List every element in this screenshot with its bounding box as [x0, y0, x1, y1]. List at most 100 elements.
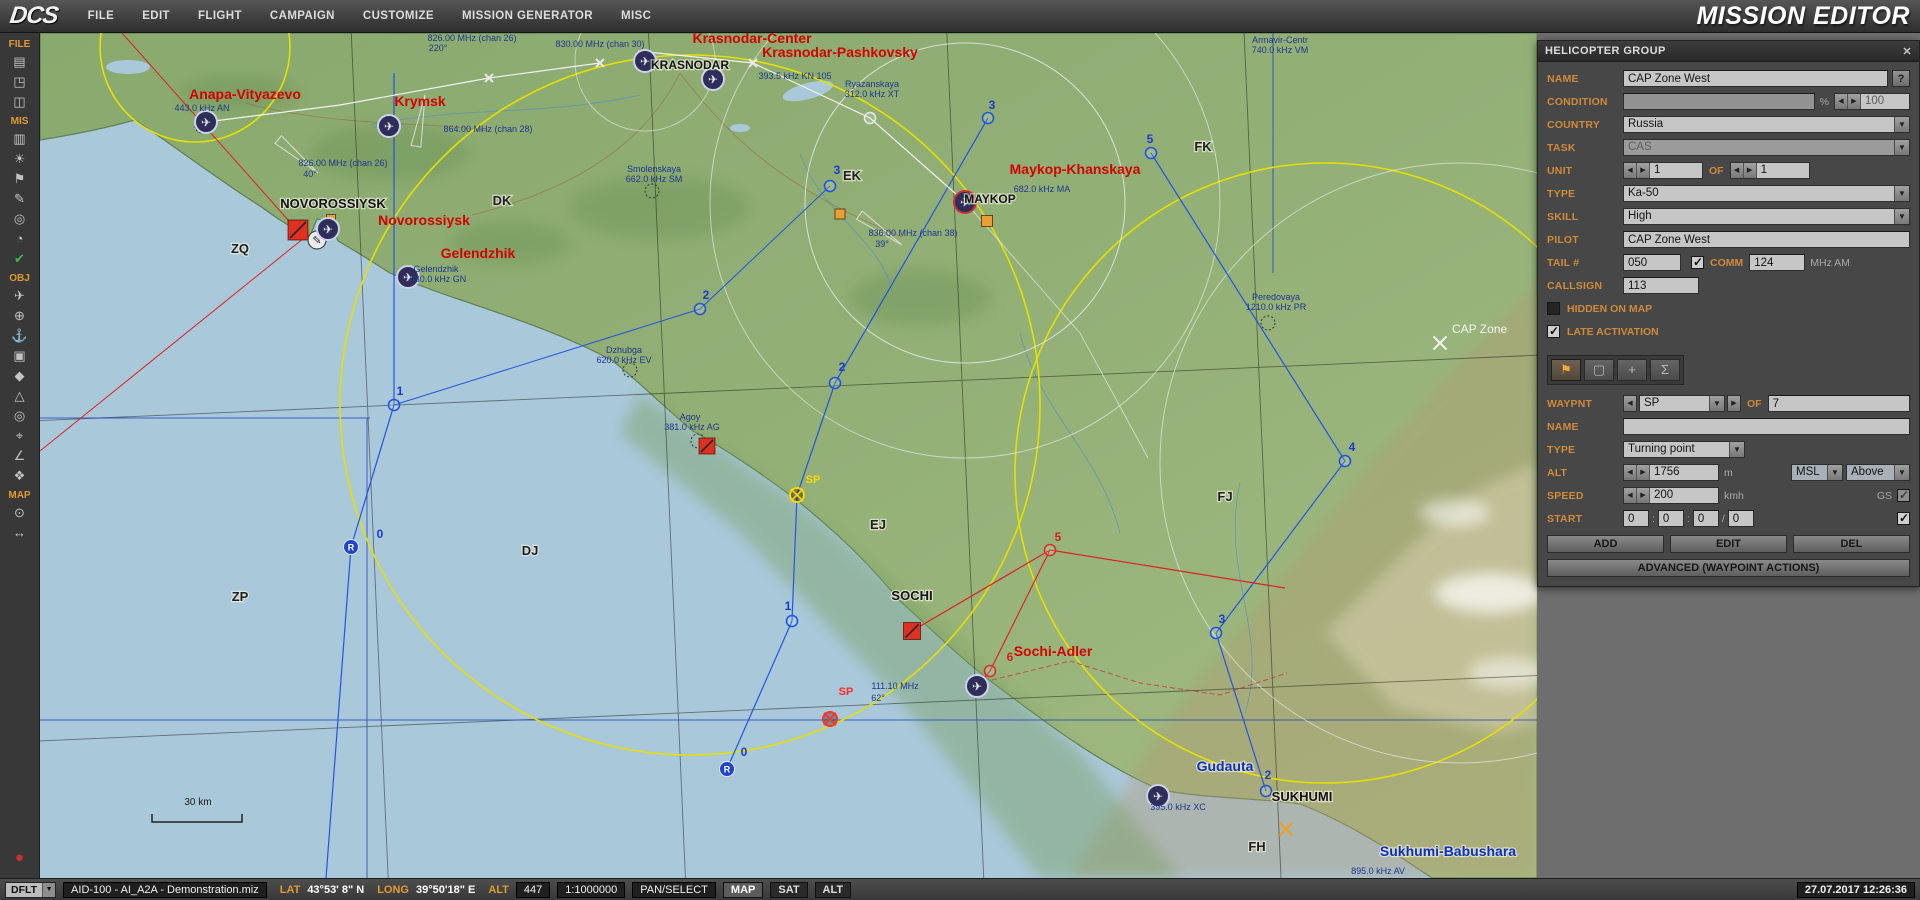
ship-group-icon[interactable]: ⚓	[7, 326, 33, 346]
draw-shapes-icon[interactable]: ❖	[7, 466, 33, 486]
save-mission-icon[interactable]: ◫	[7, 92, 33, 112]
chevron-down-icon[interactable]: ▼	[1827, 465, 1842, 480]
hidden-on-map-checkbox[interactable]	[1547, 302, 1560, 315]
summary-tab[interactable]: Σ	[1650, 359, 1680, 381]
comm-frequency-input[interactable]	[1749, 254, 1805, 271]
briefing-icon[interactable]: ✎	[7, 189, 33, 209]
spin-left-icon[interactable]: ◀	[1624, 465, 1637, 480]
payload-tab[interactable]: ▢	[1584, 359, 1614, 381]
ground-unit-marker[interactable]	[835, 209, 845, 219]
template-icon[interactable]: △	[7, 386, 33, 406]
chevron-down-icon[interactable]: ▼	[1894, 186, 1909, 201]
waypoint-name-input[interactable]	[1623, 418, 1910, 435]
menu-mission-generator[interactable]: MISSION GENERATOR	[462, 10, 593, 22]
weather-icon[interactable]: ☀	[7, 149, 33, 169]
waypoint-prev-icon[interactable]: ◀	[1623, 395, 1637, 412]
mission-options-icon[interactable]: ▥	[7, 129, 33, 149]
chevron-down-icon[interactable]: ▼	[1894, 209, 1909, 224]
aircraft-tab[interactable]: +	[1617, 359, 1647, 381]
triggers-icon[interactable]: ⚑	[7, 169, 33, 189]
goals-icon[interactable]: ◎	[7, 209, 33, 229]
spin-right-icon[interactable]: ▶	[1637, 488, 1650, 503]
mission-map[interactable]: RR✎✈✈✈✈✈✈✈✈✈Krasnodar-CenterKrasnodar-Pa…	[40, 33, 1537, 878]
sat-view-button[interactable]: SAT	[770, 882, 807, 898]
probability-spinner[interactable]: ◀ ▶ 100	[1834, 93, 1910, 110]
waypoint-marker[interactable]	[985, 666, 996, 677]
pilot-input[interactable]	[1623, 231, 1910, 248]
aircraft-type-dropdown[interactable]: Ka-50 ▼	[1623, 185, 1910, 202]
vehicle-group-icon[interactable]: ▣	[7, 346, 33, 366]
waypoint-next-icon[interactable]: ▶	[1727, 395, 1741, 412]
spin-left-icon[interactable]: ◀	[1835, 94, 1848, 109]
menu-flight[interactable]: FLIGHT	[198, 10, 242, 22]
menu-customize[interactable]: CUSTOMIZE	[363, 10, 434, 22]
validate-mission-icon[interactable]: ✔	[7, 249, 33, 269]
route-tab[interactable]: ⚑	[1551, 359, 1581, 381]
airplane-group-icon[interactable]: ✈	[7, 286, 33, 306]
distance-tool-icon[interactable]: ∠	[7, 446, 33, 466]
waypoint-marker[interactable]	[825, 181, 836, 192]
waypoint-marker[interactable]	[389, 400, 400, 411]
country-dropdown[interactable]: Russia ▼	[1623, 116, 1910, 133]
spin-left-icon[interactable]: ◀	[1624, 488, 1637, 503]
alt-view-button[interactable]: ALT	[815, 882, 852, 898]
speed-spinner[interactable]: ◀ ▶ 200	[1623, 487, 1719, 504]
delete-waypoint-button[interactable]: DEL	[1793, 535, 1910, 553]
menu-edit[interactable]: EDIT	[142, 10, 170, 22]
waypoint-type-dropdown[interactable]: Turning point ▼	[1623, 441, 1745, 458]
unit-count-spinner[interactable]: ◀ ▶ 1	[1623, 162, 1703, 179]
start-time-icon[interactable]: ◔	[7, 229, 33, 249]
measure-tool-icon[interactable]: ↔	[7, 523, 33, 543]
spin-right-icon[interactable]: ▶	[1848, 94, 1861, 109]
chevron-down-icon[interactable]: ▼	[1729, 442, 1744, 457]
start-day-input[interactable]	[1728, 510, 1754, 527]
waypoint-marker[interactable]	[695, 304, 706, 315]
advanced-actions-button[interactable]: ADVANCED (WAYPOINT ACTIONS)	[1547, 559, 1910, 577]
start-time-checkbox[interactable]	[1897, 512, 1910, 525]
waypoint-marker[interactable]	[830, 378, 841, 389]
waypoint-marker[interactable]	[1146, 148, 1157, 159]
spin-left-icon[interactable]: ◀	[1624, 163, 1637, 178]
waypoint-marker[interactable]	[1045, 545, 1056, 556]
panel-title-bar[interactable]: HELICOPTER GROUP ✕	[1538, 41, 1919, 62]
start-seconds-input[interactable]	[1693, 510, 1719, 527]
chevron-down-icon[interactable]: ▼	[1709, 396, 1724, 411]
edit-waypoint-button[interactable]: EDIT	[1670, 535, 1787, 553]
map-viewport[interactable]: RR✎✈✈✈✈✈✈✈✈✈Krasnodar-CenterKrasnodar-Pa…	[40, 33, 1537, 878]
new-mission-icon[interactable]: ▤	[7, 52, 33, 72]
trigger-zone-icon[interactable]: ⌖	[7, 426, 33, 446]
map-options-icon[interactable]: ⊙	[7, 503, 33, 523]
group-name-input[interactable]	[1623, 70, 1888, 87]
ground-unit-marker[interactable]	[982, 216, 993, 227]
spin-right-icon[interactable]: ▶	[1637, 465, 1650, 480]
layer-select[interactable]: DFLT ▼	[5, 882, 56, 898]
late-activation-checkbox[interactable]	[1547, 325, 1560, 338]
waypoint-marker[interactable]	[865, 113, 876, 124]
chevron-down-icon[interactable]: ▼	[1894, 117, 1909, 132]
altitude-spinner[interactable]: ◀ ▶ 1756	[1623, 464, 1719, 481]
helicopter-group-icon[interactable]: ⊕	[7, 306, 33, 326]
menu-file[interactable]: FILE	[88, 10, 115, 22]
tail-number-input[interactable]	[1623, 254, 1681, 271]
waypoint-marker[interactable]	[983, 113, 994, 124]
menu-misc[interactable]: MISC	[621, 10, 651, 22]
unit-of-spinner[interactable]: ◀ ▶ 1	[1730, 162, 1810, 179]
spin-right-icon[interactable]: ▶	[1744, 163, 1757, 178]
waypoint-dropdown[interactable]: SP ▼	[1639, 395, 1725, 412]
waypoint-marker[interactable]	[1211, 628, 1222, 639]
chevron-down-icon[interactable]: ▼	[1894, 465, 1909, 480]
open-mission-icon[interactable]: ◳	[7, 72, 33, 92]
name-help-button[interactable]: ?	[1892, 70, 1910, 87]
waypoint-marker[interactable]	[1340, 456, 1351, 467]
waypoint-marker[interactable]	[1261, 786, 1272, 797]
spin-right-icon[interactable]: ▶	[1637, 163, 1650, 178]
bullseye-icon[interactable]: ◎	[7, 406, 33, 426]
static-object-icon[interactable]: ◆	[7, 366, 33, 386]
skill-dropdown[interactable]: High ▼	[1623, 208, 1910, 225]
close-icon[interactable]: ✕	[1902, 45, 1912, 58]
callsign-input[interactable]	[1623, 277, 1699, 294]
altitude-mode-dropdown[interactable]: Above ▼	[1846, 464, 1910, 481]
menu-campaign[interactable]: CAMPAIGN	[270, 10, 335, 22]
waypoint-marker[interactable]	[787, 616, 798, 627]
spin-left-icon[interactable]: ◀	[1731, 163, 1744, 178]
